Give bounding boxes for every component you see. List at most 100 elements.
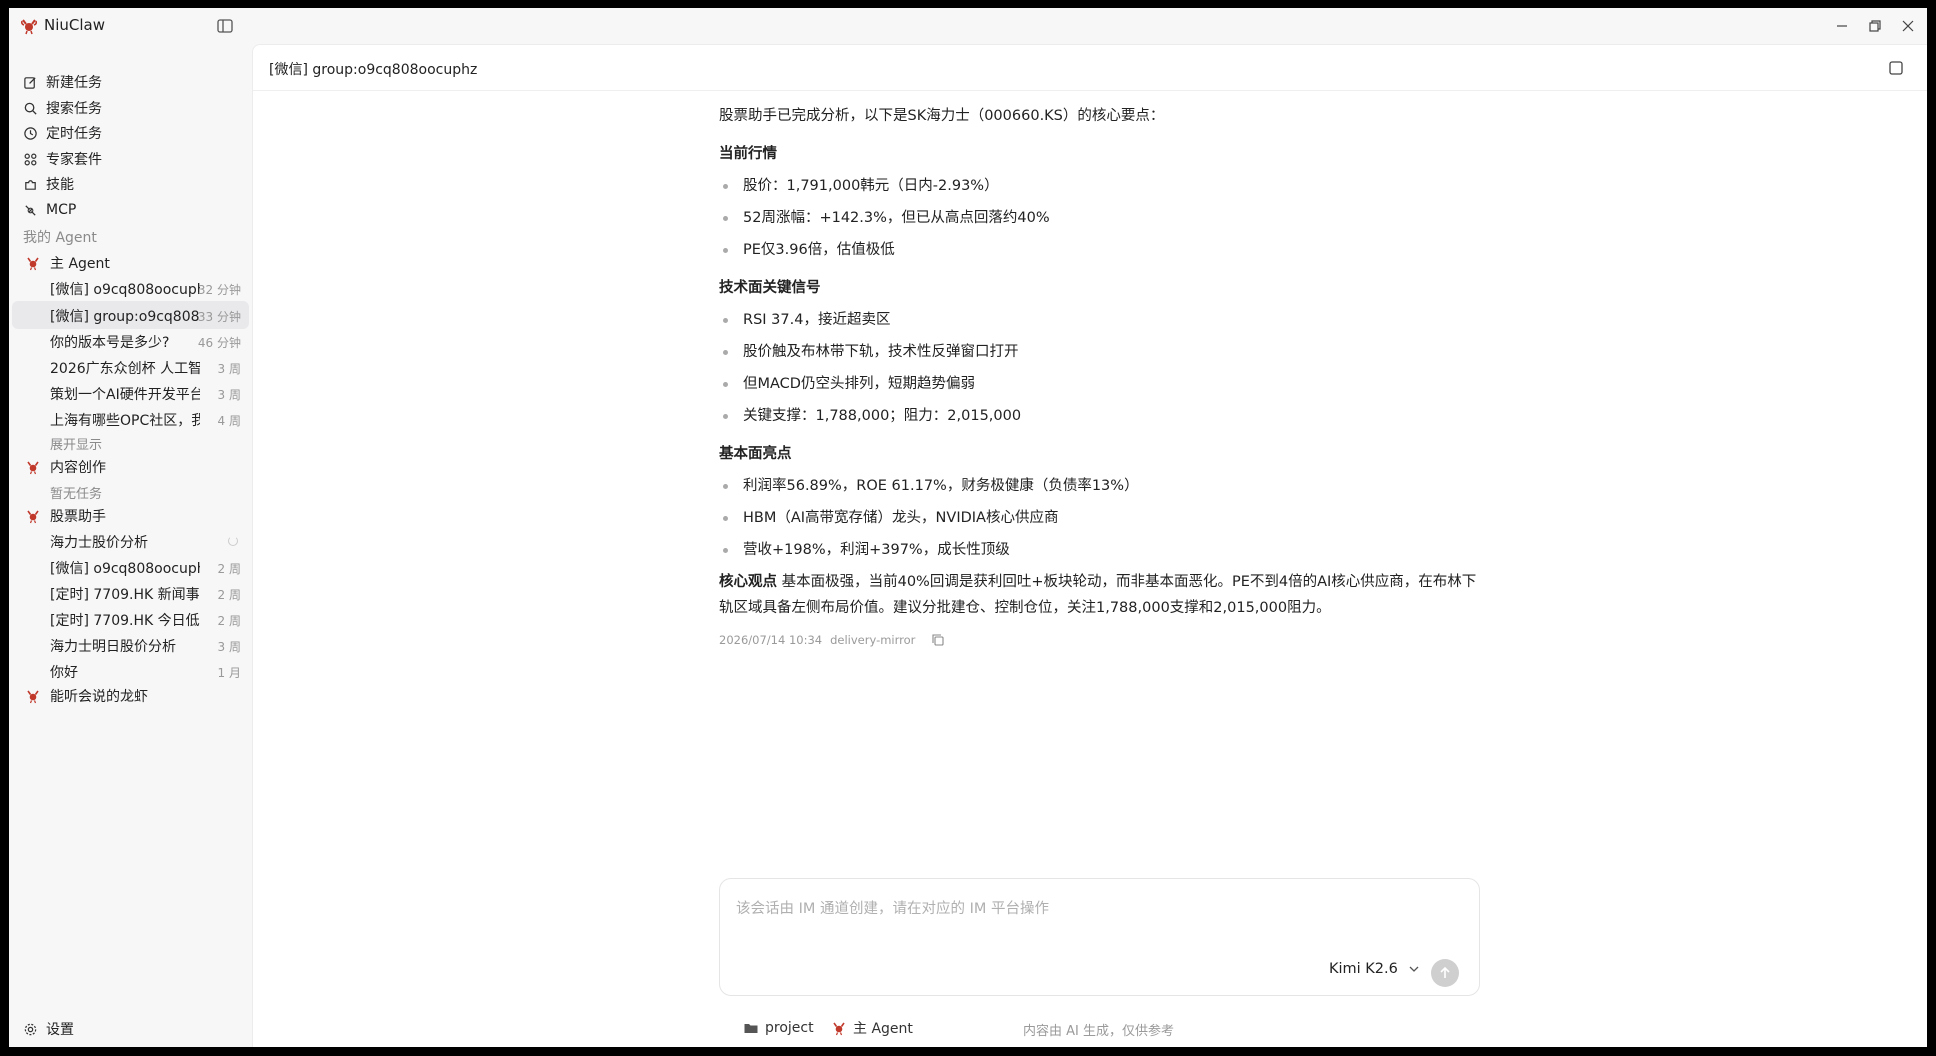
lobster-agent-icon [27, 257, 39, 271]
task-item[interactable]: 你的版本号是多少? 46 分钟 [12, 327, 249, 355]
sidebar-toggle-icon[interactable] [216, 17, 234, 35]
task-time: 3 周 [217, 362, 241, 376]
task-title: [微信] group:o9cq808oocuphz [50, 309, 200, 325]
nav-skills[interactable]: 技能 [23, 170, 74, 198]
folder-icon [744, 1024, 758, 1033]
app-window: NiuClaw 新建任务 搜索任务 定时任务 专家套件 技能 MCP 我的 Ag… [9, 8, 1927, 1047]
task-item-active[interactable]: [微信] group:o9cq808oocuphz 33 分钟 [12, 301, 249, 329]
section-heading: 当前行情 [719, 146, 777, 162]
nav-expert-kit[interactable]: 专家套件 [23, 145, 102, 173]
list-item: PE仅3.96倍，估值极低 [719, 237, 1487, 263]
task-title: 海力士明日股价分析 [50, 639, 176, 655]
message-input[interactable] [736, 889, 1456, 929]
task-item[interactable]: 2026广东众创杯 人工智能 3 周 [12, 353, 249, 381]
close-icon[interactable] [1899, 17, 1917, 35]
task-title: [微信] o9cq808oocuphz [50, 282, 200, 298]
my-agent-label: 我的 Agent [23, 230, 97, 246]
edit-icon [24, 76, 36, 89]
task-item[interactable]: 你好 1 月 [12, 657, 249, 685]
settings-button[interactable]: 设置 [23, 1019, 74, 1039]
task-item[interactable]: [定时] 7709.HK 今日低点提醒 2 周 [12, 605, 249, 633]
copy-icon[interactable] [931, 633, 945, 647]
model-name: Kimi K2.6 [1329, 961, 1398, 977]
nav-mcp[interactable]: MCP [23, 196, 76, 224]
task-title: [定时] 7709.HK 今日低点提醒 [50, 613, 200, 629]
task-item[interactable]: 海力士股价分析 [12, 527, 249, 555]
agent-label: 主 Agent [853, 1021, 913, 1037]
task-item[interactable]: [微信] o9cq808oocuphz 32 分钟 [12, 274, 249, 302]
list-item: 关键支撑：1,788,000；阻力：2,015,000 [719, 403, 1487, 429]
message-source: delivery-mirror [830, 633, 916, 647]
nav-new-task[interactable]: 新建任务 [23, 68, 102, 96]
task-title: 海力士股价分析 [50, 535, 148, 551]
task-time: 2 周 [217, 588, 241, 602]
plug-icon [25, 204, 36, 216]
task-item[interactable]: [微信] o9cq808oocuphz 2 周 [12, 553, 249, 581]
settings-label: 设置 [46, 1022, 74, 1038]
agent-name: 能听会说的龙虾 [50, 689, 148, 705]
agent-name: 主 Agent [50, 256, 110, 272]
agent-selector[interactable]: 主 Agent [831, 1018, 913, 1038]
send-button[interactable] [1431, 959, 1459, 987]
no-task-label: 暂无任务 [50, 487, 103, 502]
task-time: 33 分钟 [197, 310, 241, 324]
nav-label: 专家套件 [46, 152, 102, 168]
task-item[interactable]: [定时] 7709.HK 新闻事件监控 2 周 [12, 579, 249, 607]
chevron-down-icon [1409, 966, 1419, 972]
panel-toggle-icon[interactable] [1888, 60, 1904, 76]
agent-stock-assistant[interactable]: 股票助手 [25, 504, 106, 528]
list-item: 营收+198%，利润+397%，成长性顶级 [719, 537, 1487, 563]
lobster-logo-icon [20, 19, 38, 35]
list-item: 利润率56.89%，ROE 61.17%，财务极健康（负债率13%） [719, 473, 1487, 499]
agent-main[interactable]: 主 Agent [25, 251, 110, 275]
nav-search-task[interactable]: 搜索任务 [23, 94, 102, 122]
gear-icon [24, 1023, 37, 1035]
minimize-icon[interactable] [1833, 17, 1851, 35]
list-item: 股价：1,791,000韩元（日内-2.93%） [719, 173, 1487, 199]
clock-icon [24, 126, 37, 140]
restore-icon[interactable] [1866, 17, 1884, 35]
model-selector[interactable]: Kimi K2.6 [1329, 961, 1420, 977]
task-time: 3 周 [217, 388, 241, 402]
nav-label: 技能 [46, 177, 74, 193]
lobster-agent-icon [833, 1022, 845, 1036]
task-title: 2026广东众创杯 人工智能 [50, 361, 200, 377]
expand-more-link[interactable]: 展开显示 [50, 434, 102, 453]
sidebar: 新建任务 搜索任务 定时任务 专家套件 技能 MCP 我的 Agent 主 Ag… [9, 44, 252, 1047]
assistant-message: 股票助手已完成分析，以下是SK海力士（000660.KS）的核心要点： 当前行情… [719, 103, 1487, 647]
list-item: RSI 37.4，接近超卖区 [719, 307, 1487, 333]
nav-label: 定时任务 [46, 126, 102, 142]
chat-panel: [微信] group:o9cq808oocuphz 股票助手已完成分析，以下是S… [252, 44, 1927, 1047]
task-time: 2 周 [217, 614, 241, 628]
nav-label: MCP [46, 202, 77, 218]
message-intro: 股票助手已完成分析，以下是SK海力士（000660.KS）的核心要点： [719, 108, 1165, 124]
agent-name: 股票助手 [50, 509, 106, 525]
section-heading: 技术面关键信号 [719, 280, 821, 296]
title-bar: NiuClaw [9, 8, 1927, 44]
task-title: 策划一个AI硬件开发平台 [50, 387, 200, 403]
nav-label: 搜索任务 [46, 101, 102, 117]
list-item: 52周涨幅：+142.3%，但已从高点回落约40% [719, 205, 1487, 231]
task-item[interactable]: 策划一个AI硬件开发平台 3 周 [12, 379, 249, 407]
agent-content-creation[interactable]: 内容创作 [25, 455, 106, 479]
app-title: NiuClaw [44, 16, 105, 34]
task-title: 上海有哪些OPC社区，我想了解 [50, 413, 200, 429]
nav-scheduled-task[interactable]: 定时任务 [23, 119, 102, 147]
chat-header: [微信] group:o9cq808oocuphz [253, 45, 1927, 91]
agent-lobster[interactable]: 能听会说的龙虾 [25, 684, 148, 708]
arrow-up-icon [1440, 966, 1450, 978]
lobster-agent-icon [27, 510, 39, 524]
task-item[interactable]: 上海有哪些OPC社区，我想了解 4 周 [12, 405, 249, 433]
project-selector[interactable]: project [743, 1018, 814, 1038]
task-item[interactable]: 海力士明日股价分析 3 周 [12, 631, 249, 659]
task-time: 1 月 [217, 666, 241, 680]
bullet-list: RSI 37.4，接近超卖区 股价触及布林带下轨，技术性反弹窗口打开 但MACD… [719, 307, 1487, 429]
lobster-agent-icon [27, 461, 39, 475]
task-title: [微信] o9cq808oocuphz [50, 561, 200, 577]
bullet-list: 股价：1,791,000韩元（日内-2.93%） 52周涨幅：+142.3%，但… [719, 173, 1487, 263]
chat-title: [微信] group:o9cq808oocuphz [269, 62, 478, 78]
list-item: HBM（AI高带宽存储）龙头，NVIDIA核心供应商 [719, 505, 1487, 531]
message-timestamp: 2026/07/14 10:34 [719, 633, 823, 647]
nav-label: 新建任务 [46, 75, 102, 91]
task-title: 你的版本号是多少? [50, 335, 170, 351]
